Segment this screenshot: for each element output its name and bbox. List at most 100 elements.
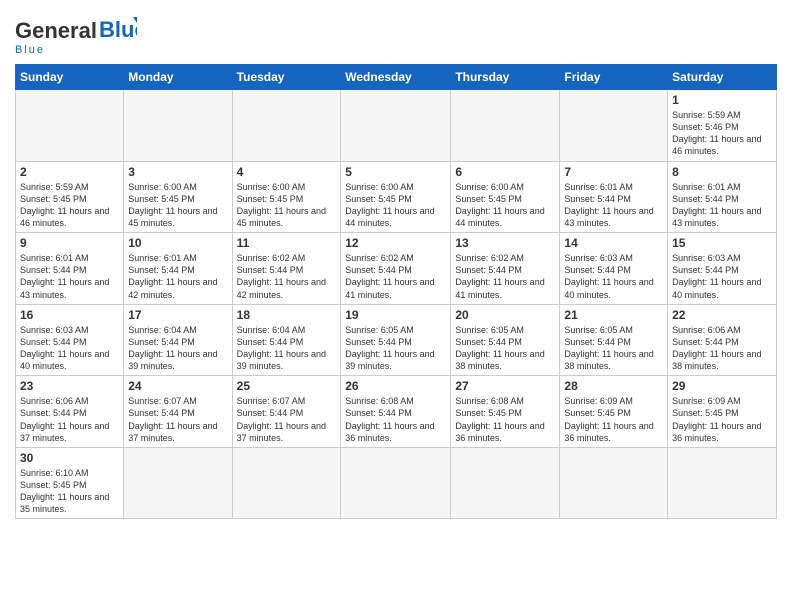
- calendar-day-10: 10 Sunrise: 6:01 AMSunset: 5:44 PMDayligh…: [124, 233, 232, 305]
- logo: General Blue Blue: [15, 10, 137, 56]
- day-number: 16: [20, 308, 119, 322]
- logo-general-text: General: [15, 20, 97, 42]
- day-info: Sunrise: 6:01 AMSunset: 5:44 PMDaylight:…: [128, 252, 227, 301]
- day-info: Sunrise: 6:10 AMSunset: 5:45 PMDaylight:…: [20, 467, 119, 516]
- day-info: Sunrise: 6:05 AMSunset: 5:44 PMDaylight:…: [345, 324, 446, 373]
- day-info: Sunrise: 6:04 AMSunset: 5:44 PMDaylight:…: [237, 324, 337, 373]
- calendar-day-5: 5Sunrise: 6:00 AMSunset: 5:45 PMDaylight…: [341, 161, 451, 233]
- day-number: 25: [237, 379, 337, 393]
- calendar-day-1: 1 Sunrise: 5:59 AMSunset: 5:46 PMDaylight…: [668, 90, 777, 162]
- day-info: Sunrise: 6:05 AMSunset: 5:44 PMDaylight:…: [455, 324, 555, 373]
- calendar-day-4: 4 Sunrise: 6:00 AMSunset: 5:45 PMDaylight…: [232, 161, 341, 233]
- day-number: 1: [672, 93, 772, 107]
- day-number: 4: [237, 165, 337, 179]
- calendar-day-6: 6 Sunrise: 6:00 AMSunset: 5:45 PMDaylight…: [451, 161, 560, 233]
- day-number: 24: [128, 379, 227, 393]
- day-header-wednesday: Wednesday: [341, 65, 451, 90]
- calendar-day-21: 21Sunrise: 6:05 AMSunset: 5:44 PMDayligh…: [560, 304, 668, 376]
- calendar-day-29: 29Sunrise: 6:09 AMSunset: 5:45 PMDayligh…: [668, 376, 777, 448]
- day-header-monday: Monday: [124, 65, 232, 90]
- day-number: 3: [128, 165, 227, 179]
- day-info: Sunrise: 6:01 AMSunset: 5:44 PMDaylight:…: [20, 252, 119, 301]
- calendar-day-empty: [16, 90, 124, 162]
- calendar-day-7: 7Sunrise: 6:01 AMSunset: 5:44 PMDaylight…: [560, 161, 668, 233]
- calendar-day-empty: [451, 90, 560, 162]
- calendar-day-empty: [341, 447, 451, 519]
- calendar-day-25: 25 Sunrise: 6:07 AMSunset: 5:44 PMDayligh…: [232, 376, 341, 448]
- day-info: Sunrise: 6:08 AMSunset: 5:45 PMDaylight:…: [455, 395, 555, 444]
- day-number: 28: [564, 379, 663, 393]
- calendar-day-empty: [124, 90, 232, 162]
- day-info: Sunrise: 5:59 AMSunset: 5:45 PMDaylight:…: [20, 181, 119, 230]
- calendar-day-27: 27 Sunrise: 6:08 AMSunset: 5:45 PMDayligh…: [451, 376, 560, 448]
- day-info: Sunrise: 6:00 AMSunset: 5:45 PMDaylight:…: [237, 181, 337, 230]
- day-info: Sunrise: 6:07 AMSunset: 5:44 PMDaylight:…: [237, 395, 337, 444]
- day-header-friday: Friday: [560, 65, 668, 90]
- day-number: 9: [20, 236, 119, 250]
- calendar-week-3: 9 Sunrise: 6:01 AMSunset: 5:44 PMDaylight…: [16, 233, 777, 305]
- day-number: 17: [128, 308, 227, 322]
- day-info: Sunrise: 5:59 AMSunset: 5:46 PMDaylight:…: [672, 109, 772, 158]
- day-header-thursday: Thursday: [451, 65, 560, 90]
- calendar-day-15: 15 Sunrise: 6:03 AMSunset: 5:44 PMDayligh…: [668, 233, 777, 305]
- calendar-day-30: 30 Sunrise: 6:10 AMSunset: 5:45 PMDayligh…: [16, 447, 124, 519]
- calendar-day-19: 19 Sunrise: 6:05 AMSunset: 5:44 PMDayligh…: [341, 304, 451, 376]
- day-header-sunday: Sunday: [16, 65, 124, 90]
- header: General Blue Blue: [15, 10, 777, 56]
- day-number: 12: [345, 236, 446, 250]
- calendar-day-empty: [232, 90, 341, 162]
- calendar-day-9: 9 Sunrise: 6:01 AMSunset: 5:44 PMDaylight…: [16, 233, 124, 305]
- calendar-day-2: 2 Sunrise: 5:59 AMSunset: 5:45 PMDaylight…: [16, 161, 124, 233]
- calendar-day-empty: [560, 447, 668, 519]
- calendar-day-20: 20 Sunrise: 6:05 AMSunset: 5:44 PMDayligh…: [451, 304, 560, 376]
- day-info: Sunrise: 6:02 AMSunset: 5:44 PMDaylight:…: [455, 252, 555, 301]
- calendar-day-empty: [451, 447, 560, 519]
- calendar-day-24: 24 Sunrise: 6:07 AMSunset: 5:44 PMDayligh…: [124, 376, 232, 448]
- day-number: 23: [20, 379, 119, 393]
- calendar-day-empty: [341, 90, 451, 162]
- day-number: 26: [345, 379, 446, 393]
- day-number: 30: [20, 451, 119, 465]
- day-info: Sunrise: 6:03 AMSunset: 5:44 PMDaylight:…: [20, 324, 119, 373]
- calendar-day-16: 16 Sunrise: 6:03 AMSunset: 5:44 PMDayligh…: [16, 304, 124, 376]
- day-number: 15: [672, 236, 772, 250]
- logo-tagline: Blue: [15, 44, 45, 56]
- day-info: Sunrise: 6:01 AMSunset: 5:44 PMDaylight:…: [564, 181, 663, 230]
- calendar-day-13: 13 Sunrise: 6:02 AMSunset: 5:44 PMDayligh…: [451, 233, 560, 305]
- day-info: Sunrise: 6:07 AMSunset: 5:44 PMDaylight:…: [128, 395, 227, 444]
- day-info: Sunrise: 6:03 AMSunset: 5:44 PMDaylight:…: [564, 252, 663, 301]
- day-info: Sunrise: 6:06 AMSunset: 5:44 PMDaylight:…: [20, 395, 119, 444]
- logo-icon: Blue: [99, 15, 137, 41]
- calendar-day-22: 22Sunrise: 6:06 AMSunset: 5:44 PMDayligh…: [668, 304, 777, 376]
- day-number: 13: [455, 236, 555, 250]
- calendar-day-empty: [560, 90, 668, 162]
- day-info: Sunrise: 6:03 AMSunset: 5:44 PMDaylight:…: [672, 252, 772, 301]
- day-number: 11: [237, 236, 337, 250]
- day-number: 27: [455, 379, 555, 393]
- calendar-day-17: 17Sunrise: 6:04 AMSunset: 5:44 PMDayligh…: [124, 304, 232, 376]
- day-number: 6: [455, 165, 555, 179]
- day-number: 8: [672, 165, 772, 179]
- calendar-day-3: 3 Sunrise: 6:00 AMSunset: 5:45 PMDaylight…: [124, 161, 232, 233]
- calendar-day-26: 26Sunrise: 6:08 AMSunset: 5:44 PMDayligh…: [341, 376, 451, 448]
- calendar-header-row: SundayMondayTuesdayWednesdayThursdayFrid…: [16, 65, 777, 90]
- day-number: 2: [20, 165, 119, 179]
- calendar-day-23: 23 Sunrise: 6:06 AMSunset: 5:44 PMDayligh…: [16, 376, 124, 448]
- day-number: 18: [237, 308, 337, 322]
- calendar-week-5: 23 Sunrise: 6:06 AMSunset: 5:44 PMDayligh…: [16, 376, 777, 448]
- day-number: 22: [672, 308, 772, 322]
- calendar-day-18: 18 Sunrise: 6:04 AMSunset: 5:44 PMDayligh…: [232, 304, 341, 376]
- day-header-saturday: Saturday: [668, 65, 777, 90]
- day-number: 20: [455, 308, 555, 322]
- day-info: Sunrise: 6:00 AMSunset: 5:45 PMDaylight:…: [455, 181, 555, 230]
- day-info: Sunrise: 6:00 AMSunset: 5:45 PMDaylight:…: [128, 181, 227, 230]
- day-info: Sunrise: 6:09 AMSunset: 5:45 PMDaylight:…: [672, 395, 772, 444]
- day-number: 19: [345, 308, 446, 322]
- calendar-week-1: 1 Sunrise: 5:59 AMSunset: 5:46 PMDaylight…: [16, 90, 777, 162]
- day-number: 14: [564, 236, 663, 250]
- calendar-day-empty: [124, 447, 232, 519]
- day-info: Sunrise: 6:01 AMSunset: 5:44 PMDaylight:…: [672, 181, 772, 230]
- day-number: 5: [345, 165, 446, 179]
- day-number: 10: [128, 236, 227, 250]
- calendar-week-6: 30 Sunrise: 6:10 AMSunset: 5:45 PMDayligh…: [16, 447, 777, 519]
